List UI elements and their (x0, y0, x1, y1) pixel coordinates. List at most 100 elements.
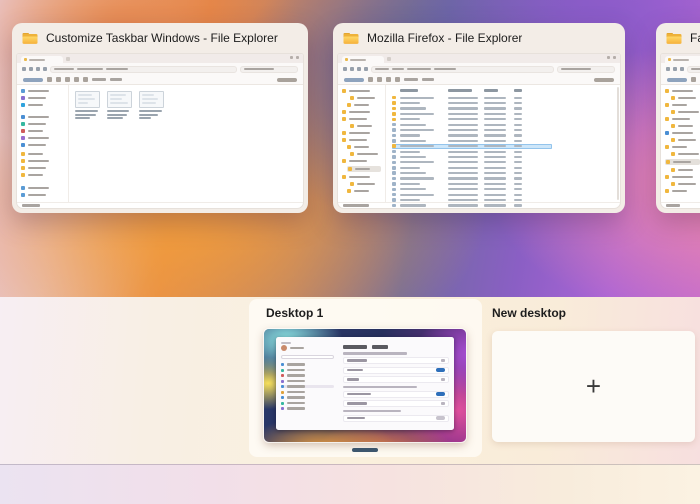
explorer-content (386, 85, 620, 208)
sidebar-row (671, 124, 700, 128)
sidebar-row (342, 110, 381, 114)
folder-icon (22, 32, 38, 45)
sidebar-row (21, 173, 64, 177)
sidebar-row (21, 129, 64, 133)
sidebar-row (21, 96, 64, 100)
sidebar-row (21, 152, 64, 156)
sidebar-row (342, 117, 381, 121)
explorer-sidebar (661, 85, 700, 202)
sidebar-row (342, 131, 381, 135)
window-title: Mozilla Firefox - File Explorer (367, 31, 523, 45)
file-tile (139, 91, 164, 119)
explorer-status-bar (17, 202, 303, 208)
file-row (392, 203, 552, 208)
new-desktop-button[interactable]: + (492, 331, 695, 442)
sidebar-row (671, 138, 700, 142)
settings-nav-row (281, 379, 334, 383)
window-title: Fav (690, 31, 700, 45)
settings-search (281, 354, 334, 359)
active-desktop-indicator (352, 448, 378, 452)
desktop-1-label: Desktop 1 (266, 306, 324, 320)
sidebar-row (671, 168, 700, 172)
new-desktop-label: New desktop (492, 306, 567, 320)
settings-nav-row (281, 368, 334, 372)
sidebar-row (21, 159, 64, 163)
file-row (392, 138, 552, 143)
explorer-content (69, 85, 303, 202)
explorer-tab-bar (338, 54, 620, 63)
window-card-customize-taskbar[interactable]: Customize Taskbar Windows - File Explore… (12, 23, 308, 213)
settings-nav-row (281, 407, 334, 410)
sidebar-row (342, 89, 381, 93)
explorer-sidebar (338, 85, 386, 202)
taskbar (0, 464, 700, 504)
explorer-toolbar (661, 75, 700, 85)
window-thumbnail-file-explorer (337, 53, 621, 209)
explorer-address-bar (17, 63, 303, 75)
sidebar-row (671, 110, 700, 114)
settings-main (339, 345, 449, 427)
desktop-1-thumbnail[interactable] (263, 328, 467, 443)
sidebar-row (350, 182, 381, 186)
sidebar-row (665, 89, 700, 93)
sidebar-row (665, 189, 700, 193)
explorer-sidebar (17, 85, 69, 202)
window-card-favorites[interactable]: Fav (656, 23, 700, 213)
settings-nav-row (281, 374, 334, 377)
task-view-screen: Customize Taskbar Windows - File Explore… (0, 0, 700, 504)
sidebar-row (347, 166, 381, 172)
sidebar-row (347, 145, 381, 149)
sidebar-row (671, 182, 700, 186)
sidebar-row (665, 159, 700, 165)
settings-window-thumbnail (276, 337, 454, 430)
explorer-address-bar (338, 63, 620, 75)
window-thumbnail-file-explorer (16, 53, 304, 209)
sidebar-row (671, 96, 700, 100)
settings-nav-row (281, 363, 334, 366)
scrollbar[interactable] (617, 87, 619, 200)
settings-nav-row (281, 401, 334, 405)
window-thumbnail-file-explorer (660, 53, 700, 209)
explorer-address-bar (661, 63, 700, 75)
sidebar-row (21, 122, 64, 126)
sidebar-row (21, 136, 64, 140)
folder-icon (666, 32, 682, 45)
avatar (281, 345, 287, 351)
explorer-tab-bar (661, 54, 700, 63)
sidebar-row (21, 186, 64, 190)
plus-icon: + (585, 370, 602, 401)
sidebar-row (665, 175, 700, 179)
folder-icon (343, 32, 359, 45)
sidebar-row (665, 103, 700, 107)
explorer-toolbar (17, 75, 303, 85)
window-title: Customize Taskbar Windows - File Explore… (46, 31, 278, 45)
explorer-toolbar (338, 75, 620, 85)
sidebar-row (350, 124, 381, 128)
sidebar-row (342, 138, 381, 142)
sidebar-row (347, 189, 381, 193)
explorer-tab-bar (17, 54, 303, 63)
sidebar-row (342, 175, 381, 179)
settings-sidebar (281, 345, 339, 427)
sidebar-row (347, 103, 381, 107)
list-header-row (392, 89, 614, 92)
sidebar-row (350, 96, 381, 100)
window-card-mozilla-firefox[interactable]: Mozilla Firefox - File Explorer (333, 23, 625, 213)
sidebar-row (21, 193, 64, 197)
file-tile (107, 91, 132, 119)
sidebar-row (665, 117, 700, 121)
sidebar-row (350, 152, 381, 156)
sidebar-row (671, 152, 700, 156)
sidebar-row (21, 89, 64, 93)
sidebar-row (21, 115, 64, 119)
sidebar-row (21, 143, 64, 147)
sidebar-row (665, 131, 700, 135)
sidebar-row (342, 159, 381, 163)
settings-nav-row (281, 396, 334, 399)
file-tile (75, 91, 100, 119)
settings-nav-row (281, 390, 334, 394)
sidebar-row (665, 145, 700, 149)
settings-nav-row (281, 385, 334, 388)
sidebar-row (21, 103, 64, 107)
sidebar-row (21, 166, 64, 170)
